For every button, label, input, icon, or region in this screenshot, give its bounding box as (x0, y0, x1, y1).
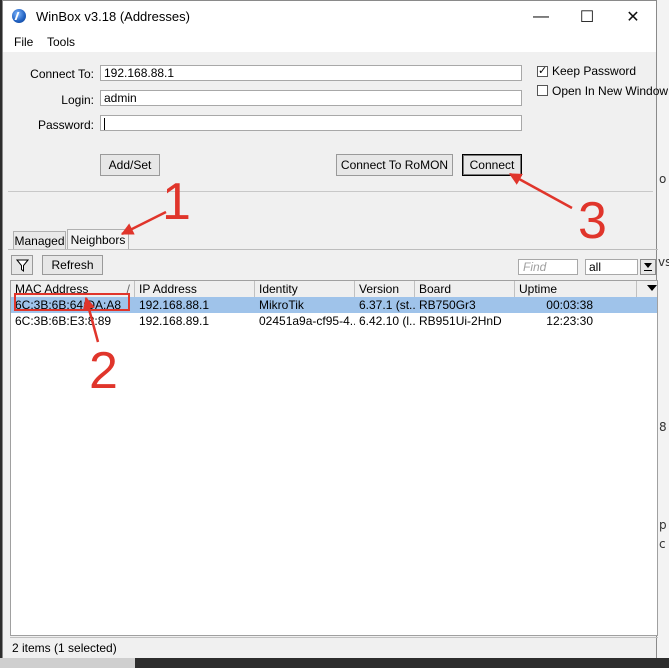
annotation-arrow-1 (120, 210, 167, 236)
annotation-arrow-3 (508, 172, 573, 210)
annotation-arrows (82, 172, 573, 343)
annotation-arrow-2 (82, 296, 100, 343)
